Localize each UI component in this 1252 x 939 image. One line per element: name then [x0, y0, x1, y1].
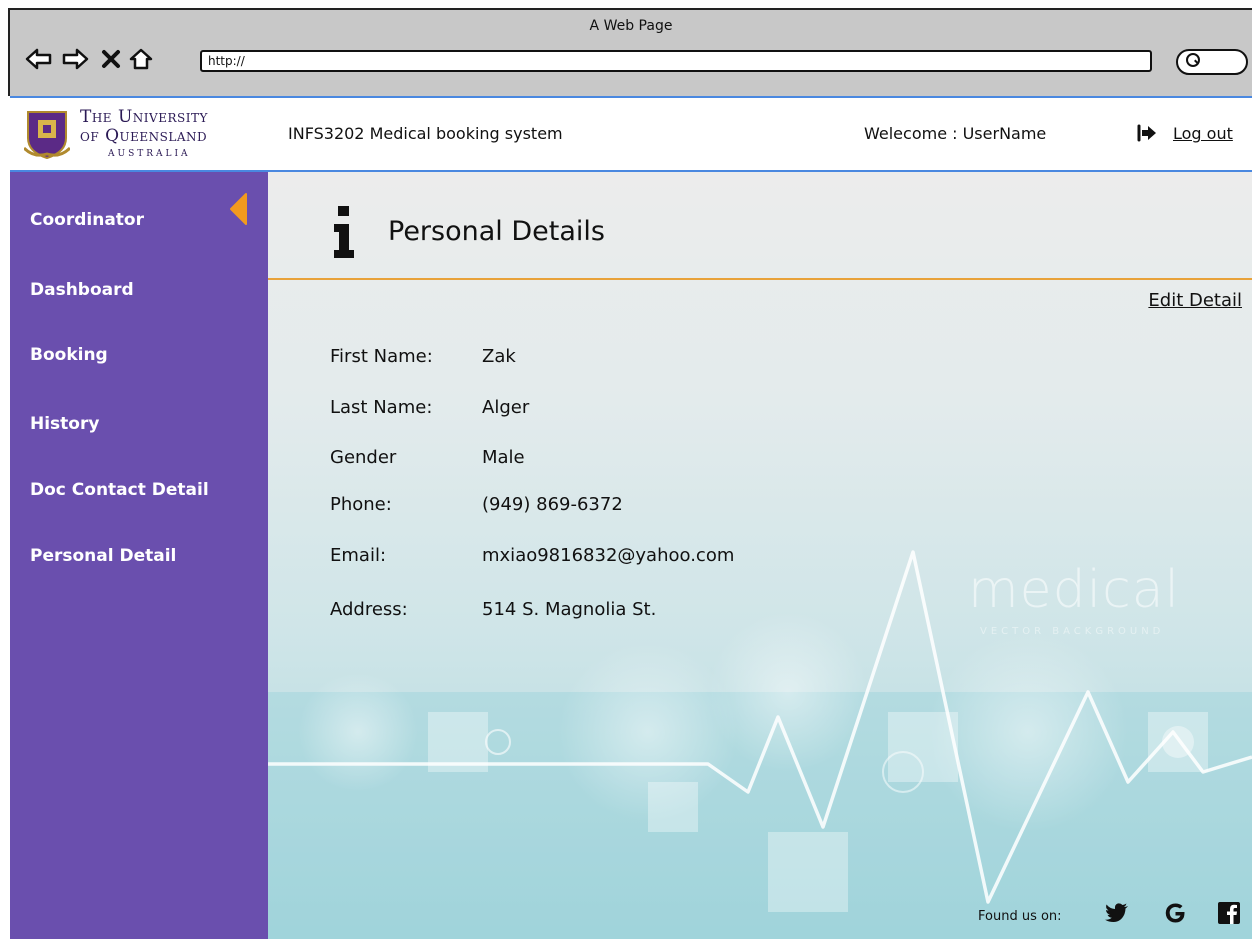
browser-title: A Web Page: [589, 18, 673, 34]
sidebar-item-doc-contact-detail[interactable]: Doc Contact Detail: [30, 480, 209, 500]
forward-button[interactable]: [60, 44, 90, 74]
logout-link[interactable]: Log out: [1173, 124, 1233, 143]
welcome-text: Welecome : UserName: [864, 124, 1047, 143]
field-value-first-name: Zak: [482, 346, 516, 367]
info-icon: [334, 206, 354, 258]
logout-icon[interactable]: [1136, 122, 1158, 144]
field-label-last-name: Last Name:: [330, 397, 433, 418]
field-label-phone: Phone:: [330, 494, 392, 515]
found-us-label: Found us on:: [978, 909, 1062, 924]
watermark-vector-background: VECTOR BACKGROUND: [980, 626, 1165, 637]
facebook-icon[interactable]: [1216, 900, 1242, 926]
field-value-phone: (949) 869-6372: [482, 494, 623, 515]
back-arrow-icon: [25, 48, 52, 70]
field-value-gender: Male: [482, 447, 525, 468]
medical-background-art: [268, 550, 1252, 939]
logo-line-1: The University: [80, 107, 208, 127]
home-icon: [129, 48, 153, 70]
app-title: INFS3202 Medical booking system: [288, 124, 563, 143]
browser-window: A Web Page http://: [8, 8, 1252, 96]
close-icon: [102, 50, 120, 68]
logo-line-2: of Queensland: [80, 126, 208, 146]
edit-detail-link[interactable]: Edit Detail: [1148, 290, 1242, 311]
page-header: Personal Details: [268, 172, 1252, 280]
search-icon: [1186, 53, 1200, 67]
sidebar-item-booking[interactable]: Booking: [30, 345, 108, 365]
logo-text: The University of Queensland AUSTRALIA: [80, 107, 208, 160]
field-label-email: Email:: [330, 545, 387, 566]
google-icon[interactable]: [1162, 900, 1188, 926]
watermark-medical: medical: [968, 560, 1181, 620]
university-logo[interactable]: The University of Queensland AUSTRALIA: [22, 104, 262, 168]
field-value-address: 514 S. Magnolia St.: [482, 599, 657, 620]
url-input[interactable]: http://: [200, 50, 1152, 72]
logo-line-3: AUSTRALIA: [108, 149, 191, 159]
field-label-gender: Gender: [330, 447, 397, 468]
sidebar: Coordinator Dashboard Booking History Do…: [10, 172, 268, 939]
main-content: Personal Details Edit Detail First Name:…: [268, 172, 1252, 939]
field-value-email: mxiao9816832@yahoo.com: [482, 545, 735, 566]
back-button[interactable]: [24, 44, 54, 74]
sidebar-item-coordinator[interactable]: Coordinator: [30, 210, 144, 230]
sidebar-item-history[interactable]: History: [30, 414, 99, 434]
twitter-icon[interactable]: [1104, 900, 1130, 926]
field-label-address: Address:: [330, 599, 408, 620]
stop-button[interactable]: [96, 44, 126, 74]
forward-arrow-icon: [62, 48, 89, 70]
home-button[interactable]: [126, 44, 156, 74]
browser-search-button[interactable]: [1176, 49, 1248, 75]
sidebar-item-personal-detail[interactable]: Personal Detail: [30, 546, 176, 566]
page-title: Personal Details: [388, 216, 605, 247]
collapse-arrow-icon[interactable]: [228, 192, 248, 226]
site-header: The University of Queensland AUSTRALIA I…: [10, 96, 1252, 172]
field-label-first-name: First Name:: [330, 346, 433, 367]
crest-icon: [24, 111, 70, 160]
field-value-last-name: Alger: [482, 397, 530, 418]
sidebar-item-dashboard[interactable]: Dashboard: [30, 280, 134, 300]
